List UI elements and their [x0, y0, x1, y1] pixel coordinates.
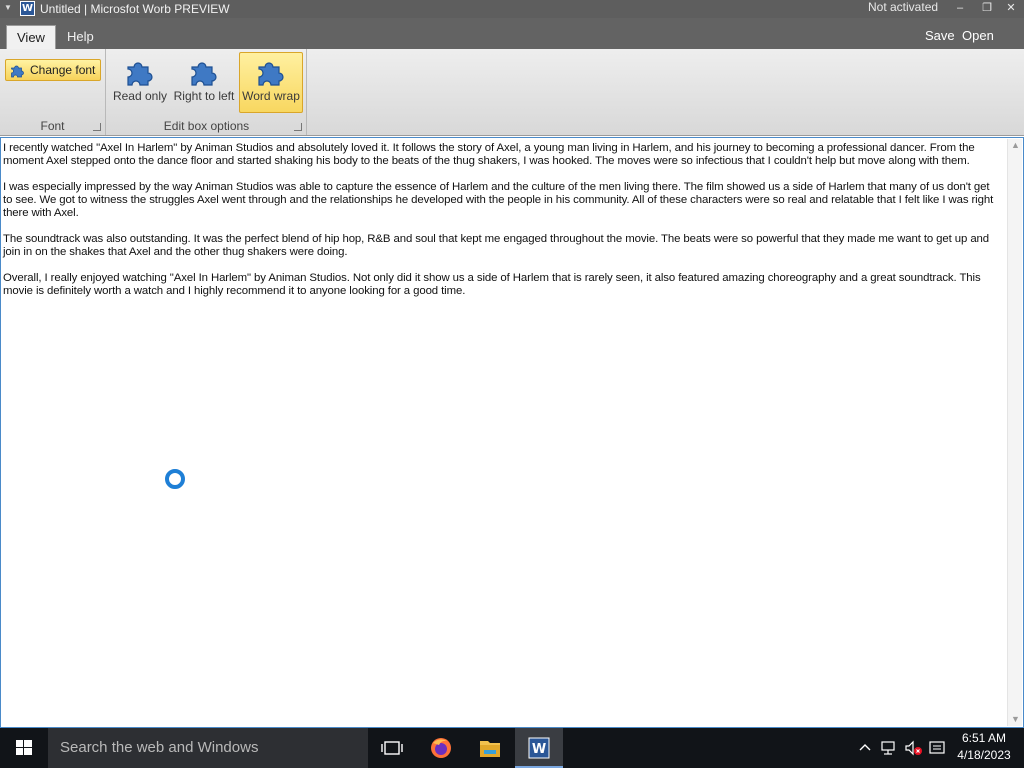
save-button[interactable]: Save: [925, 28, 955, 43]
system-clock[interactable]: 6:51 AM 4/18/2023: [952, 730, 1016, 764]
paragraph: Overall, I really enjoyed watching "Axel…: [3, 272, 981, 297]
network-icon[interactable]: [880, 739, 898, 779]
clock-time: 6:51 AM: [961, 731, 1007, 745]
puzzle-icon: [187, 55, 221, 87]
start-button[interactable]: [0, 728, 48, 768]
scroll-up-arrow-icon[interactable]: ▲: [1008, 140, 1023, 150]
right-to-left-button[interactable]: Right to left: [171, 52, 237, 113]
app-icon: W: [20, 1, 35, 16]
paragraph: I recently watched "Axel In Harlem" by A…: [3, 142, 975, 167]
taskbar: Search the web and Windows W 6:51 AM 4/1…: [0, 728, 1024, 768]
action-center-icon[interactable]: [928, 739, 946, 779]
firefox-button[interactable]: [417, 728, 465, 768]
change-font-label: Change font: [30, 63, 96, 77]
system-menu-icon[interactable]: ▼: [4, 3, 12, 12]
open-button[interactable]: Open: [962, 28, 994, 43]
font-group: Change font Font: [0, 49, 106, 135]
activation-status: Not activated: [868, 0, 939, 14]
paragraph: The soundtrack was also outstanding. It …: [3, 233, 990, 258]
read-only-button[interactable]: Read only: [111, 52, 169, 113]
file-explorer-button[interactable]: [466, 728, 514, 768]
document-editor[interactable]: I recently watched "Axel In Harlem" by A…: [0, 137, 1024, 728]
show-hidden-icons-chevron-icon[interactable]: [858, 738, 872, 778]
ribbon-tab-bar: View Help Save Open: [0, 18, 1024, 50]
volume-muted-icon[interactable]: [904, 739, 924, 779]
windows-logo-icon: [16, 740, 32, 755]
edit-box-options-group-label: Edit box options: [163, 119, 250, 133]
taskbar-search-box[interactable]: Search the web and Windows: [48, 728, 368, 768]
tab-help[interactable]: Help: [57, 25, 104, 50]
task-view-button[interactable]: [368, 728, 416, 768]
font-group-label: Font: [40, 119, 65, 133]
read-only-label: Read only: [112, 89, 168, 103]
loading-spinner-icon: [165, 469, 185, 489]
worb-app-button[interactable]: W: [515, 728, 563, 768]
file-explorer-icon: [480, 741, 500, 757]
tab-view[interactable]: View: [6, 25, 56, 50]
restore-button[interactable]: ❐: [976, 0, 998, 17]
svg-text:W: W: [532, 742, 546, 757]
clock-date: 4/18/2023: [957, 748, 1011, 762]
word-wrap-label: Word wrap: [242, 89, 300, 103]
right-to-left-label: Right to left: [173, 89, 235, 103]
window-title: Untitled | Microsfot Worb PREVIEW: [40, 2, 230, 16]
dialog-launcher-icon[interactable]: [93, 123, 101, 131]
change-font-button[interactable]: Change font: [5, 59, 102, 81]
puzzle-icon: [254, 55, 288, 87]
firefox-icon: [431, 738, 451, 758]
worb-app-icon: W: [528, 737, 550, 759]
puzzle-icon: [123, 55, 157, 87]
puzzle-icon: [9, 62, 26, 78]
minimize-button[interactable]: –: [949, 0, 971, 17]
ribbon-panel: Change font Font Read only Right to left…: [0, 49, 1024, 136]
document-text[interactable]: I recently watched "Axel In Harlem" by A…: [3, 142, 999, 311]
word-wrap-button[interactable]: Word wrap: [239, 52, 303, 113]
dialog-launcher-icon[interactable]: [294, 123, 302, 131]
title-bar: ▼ W Untitled | Microsfot Worb PREVIEW No…: [0, 0, 1024, 18]
paragraph: I was especially impressed by the way An…: [3, 181, 994, 219]
scroll-down-arrow-icon[interactable]: ▼: [1008, 714, 1023, 724]
edit-box-options-group: Read only Right to left Word wrap Edit b…: [107, 49, 307, 135]
vertical-scrollbar[interactable]: ▲ ▼: [1007, 139, 1022, 726]
close-button[interactable]: ✕: [1000, 0, 1022, 17]
task-view-icon: [381, 741, 403, 755]
